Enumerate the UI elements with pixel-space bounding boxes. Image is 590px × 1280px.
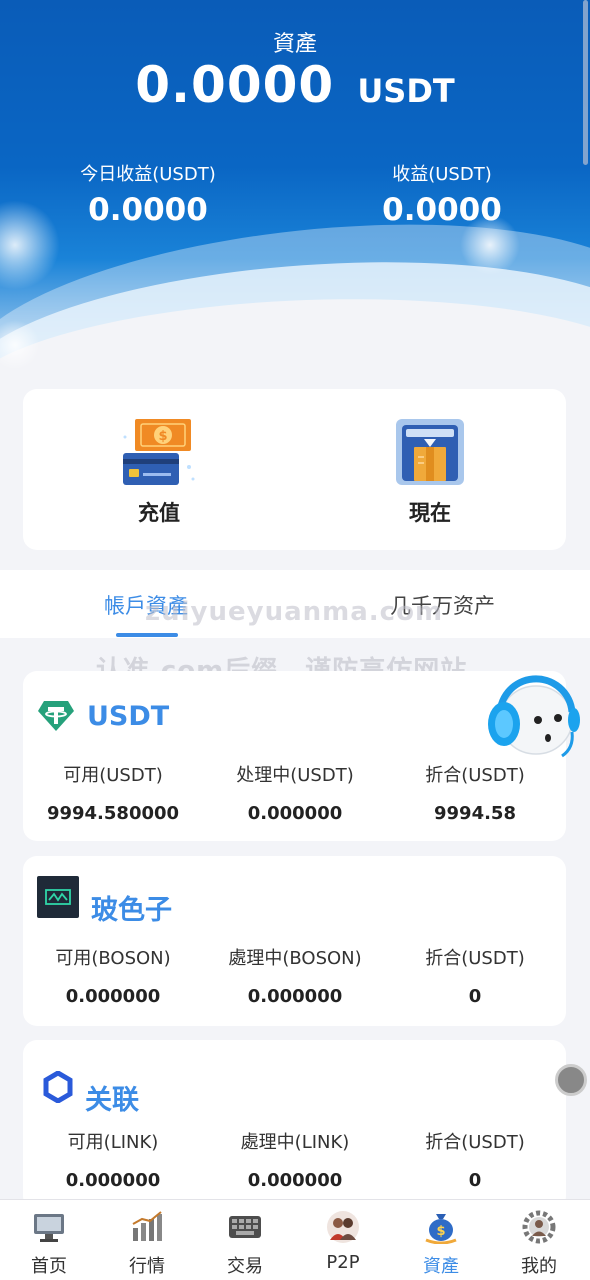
withdraw-label: 現在 xyxy=(409,501,451,525)
available-label: 可用(LINK) xyxy=(67,1132,159,1153)
processing-col: 处理中(USDT) 0.000000 xyxy=(205,761,385,824)
customer-service-icon[interactable] xyxy=(486,668,580,762)
nav-mine-label: 我的 xyxy=(521,1256,557,1277)
action-card: $ 充值 現在 xyxy=(23,389,566,550)
watermark-domain: zuiyueyuanma.com xyxy=(145,597,444,627)
equivalent-col: 折合(USDT) 0 xyxy=(385,1128,565,1191)
nav-assets[interactable]: $ 資產 xyxy=(392,1210,490,1278)
equivalent-label: 折合(USDT) xyxy=(425,948,525,969)
processing-label: 處理中(LINK) xyxy=(240,1132,350,1153)
available-value: 0.000000 xyxy=(65,986,161,1007)
money-bag-icon: $ xyxy=(425,1214,457,1245)
withdraw-icon xyxy=(396,419,464,485)
equivalent-col: 折合(USDT) 9994.58 xyxy=(385,761,565,824)
nav-p2p[interactable]: P2P xyxy=(294,1210,392,1273)
nav-p2p-label: P2P xyxy=(326,1252,360,1273)
available-col: 可用(LINK) 0.000000 xyxy=(23,1128,203,1191)
asset-card-usdt[interactable]: USDT 可用(USDT) 9994.580000 处理中(USDT) 0.00… xyxy=(23,671,566,841)
total-balance: 0.0000 USDT xyxy=(0,56,590,114)
nav-market[interactable]: 行情 xyxy=(98,1210,196,1278)
keyboard-icon xyxy=(229,1216,261,1238)
home-monitor-icon xyxy=(34,1214,64,1242)
boson-icon xyxy=(37,876,79,918)
svg-text:$: $ xyxy=(436,1224,445,1239)
available-value: 0.000000 xyxy=(65,1170,161,1191)
equivalent-label: 折合(USDT) xyxy=(425,765,525,786)
asset-card-link[interactable]: 关联 可用(LINK) 0.000000 處理中(LINK) 0.000000 … xyxy=(23,1040,566,1210)
floating-assist-button[interactable] xyxy=(555,1064,587,1096)
equivalent-col: 折合(USDT) 0 xyxy=(385,944,565,1007)
equivalent-value: 0 xyxy=(468,1170,482,1191)
nav-mine[interactable]: 我的 xyxy=(490,1210,588,1278)
deposit-icon: $ xyxy=(123,419,195,485)
equivalent-value: 0 xyxy=(468,986,482,1007)
chainlink-icon xyxy=(43,1071,73,1103)
asset-name: USDT xyxy=(87,700,170,732)
today-profit: 今日收益(USDT) 0.0000 xyxy=(28,160,268,228)
nav-assets-label: 資產 xyxy=(423,1256,459,1277)
tether-icon xyxy=(38,701,74,731)
available-col: 可用(BOSON) 0.000000 xyxy=(23,944,203,1007)
available-label: 可用(BOSON) xyxy=(55,948,171,969)
processing-value: 0.000000 xyxy=(247,986,343,1007)
asset-name: 关联 xyxy=(85,1084,139,1116)
active-tab-indicator xyxy=(116,633,178,637)
equivalent-label: 折合(USDT) xyxy=(425,1132,525,1153)
available-col: 可用(USDT) 9994.580000 xyxy=(23,761,203,824)
processing-col: 處理中(BOSON) 0.000000 xyxy=(205,944,385,1007)
deposit-label: 充值 xyxy=(138,501,180,525)
nav-trade-label: 交易 xyxy=(227,1256,263,1277)
withdraw-button[interactable]: 現在 xyxy=(370,417,490,527)
today-profit-value: 0.0000 xyxy=(88,192,208,228)
processing-label: 处理中(USDT) xyxy=(236,765,354,786)
page-title: 資產 xyxy=(272,32,317,57)
equivalent-value: 9994.58 xyxy=(434,803,516,824)
nav-home-label: 首页 xyxy=(31,1256,67,1277)
deposit-button[interactable]: $ 充值 xyxy=(99,417,219,527)
svg-text:$: $ xyxy=(158,429,167,444)
bottom-nav: 首页 行情 交易 P2P $ 資產 我的 xyxy=(0,1199,590,1280)
assets-header: 資產 0.0000 USDT 今日收益(USDT) 0.0000 收益(USDT… xyxy=(0,0,590,370)
market-chart-icon xyxy=(132,1211,162,1241)
today-profit-label: 今日收益(USDT) xyxy=(80,164,216,185)
total-unit: USDT xyxy=(357,72,455,110)
processing-label: 處理中(BOSON) xyxy=(228,948,362,969)
processing-value: 0.000000 xyxy=(247,803,343,824)
profile-gear-icon xyxy=(522,1210,556,1244)
total-amount: 0.0000 xyxy=(135,56,335,114)
processing-col: 處理中(LINK) 0.000000 xyxy=(205,1128,385,1191)
total-profit-value: 0.0000 xyxy=(382,192,502,228)
processing-value: 0.000000 xyxy=(247,1170,343,1191)
available-value: 9994.580000 xyxy=(46,803,180,824)
total-profit-label: 收益(USDT) xyxy=(392,164,492,185)
asset-card-boson[interactable]: 玻色子 可用(BOSON) 0.000000 處理中(BOSON) 0.0000… xyxy=(23,856,566,1026)
nav-home[interactable]: 首页 xyxy=(0,1210,98,1278)
available-label: 可用(USDT) xyxy=(63,765,163,786)
p2p-people-icon xyxy=(327,1211,359,1243)
nav-trade[interactable]: 交易 xyxy=(196,1210,294,1278)
total-profit: 收益(USDT) 0.0000 xyxy=(322,160,562,228)
nav-market-label: 行情 xyxy=(129,1256,165,1277)
asset-name: 玻色子 xyxy=(91,894,172,926)
